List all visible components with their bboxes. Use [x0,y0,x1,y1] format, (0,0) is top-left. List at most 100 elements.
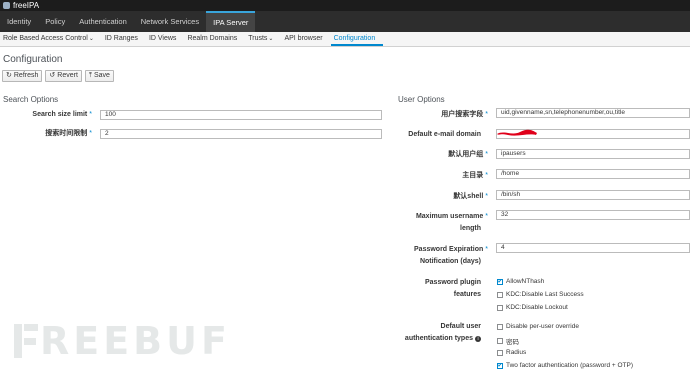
nav-tab-authentication[interactable]: Authentication [72,11,134,32]
subnav-api-browser[interactable]: API browser [281,32,330,46]
required-asterisk: * [485,111,488,118]
auth-types-text-1: Default user [440,323,481,330]
checkbox-unchecked-icon[interactable] [497,304,503,311]
watermark-text: REEBUF [40,319,231,363]
page-title: Configuration [3,54,63,65]
pw-plugin-label: Password plugin [392,278,481,288]
main-navigation: Identity Policy Authentication Network S… [0,11,690,32]
info-icon[interactable]: i [475,336,481,342]
nav-tab-policy[interactable]: Policy [38,11,72,32]
subnav-realm-domains[interactable]: Realm Domains [184,32,245,46]
search-size-limit-input[interactable]: 100 [100,110,382,120]
default-shell-label: 默认shell * [392,192,488,202]
home-base-text: 主目录 [462,172,484,179]
checkbox-kdc-disable-lockout[interactable]: KDC:Disable Lockout [497,304,568,311]
required-asterisk: * [89,111,92,118]
upload-icon: ⤒ [88,72,92,79]
home-base-label: 主目录 * [392,171,488,181]
required-asterisk: * [485,213,488,220]
checkbox-label: 密码 [506,339,519,346]
checkbox-label: Two factor authentication (password + OT… [506,362,633,369]
save-button[interactable]: ⤒ Save [84,70,114,82]
auth-types-label-line2: authentication types i [392,334,481,344]
default-shell-text: 默认shell [453,193,484,200]
search-size-limit-label: Search size limit * [0,110,92,120]
chevron-down-icon: ⌄ [268,36,274,42]
revert-button[interactable]: ↺ Revert [45,70,82,82]
pw-expiration-label-line2: Notification (days) [392,257,481,267]
subnav-trusts-label: Trusts [248,35,268,42]
required-asterisk: * [485,151,488,158]
search-options-heading: Search Options [3,95,59,104]
pw-expiration-text-2: Notification (days) [419,258,481,265]
revert-label: Revert [57,72,78,79]
pw-expiration-input[interactable]: 4 [496,243,690,253]
pw-plugin-label-line2: features [392,290,481,300]
refresh-icon: ↻ [6,72,12,79]
user-search-fields-text: 用户搜索字段 [441,111,484,118]
pw-expiration-text-1: Password Expiration [414,246,484,253]
checkbox-checked-icon[interactable]: ✔ [497,362,503,369]
checkbox-password[interactable]: 密码 [497,336,519,346]
subnav-id-views[interactable]: ID Views [146,32,185,46]
subnav-rbac-label: Role Based Access Control [3,35,88,42]
top-bar: freeIPA [0,0,690,11]
checkbox-unchecked-icon[interactable] [497,349,503,356]
checkbox-label: Disable per-user override [506,323,579,330]
default-group-text: 默认用户组 [448,151,484,158]
refresh-button[interactable]: ↻ Refresh [2,70,43,82]
auth-types-label: Default user [392,322,481,332]
checkbox-unchecked-icon[interactable] [497,291,503,298]
nav-tab-ipa-server[interactable]: IPA Server [206,11,256,32]
redaction-scribble [497,129,537,136]
max-username-input[interactable]: 32 [496,210,690,220]
max-username-label-line2: length [392,224,481,234]
checkbox-label: KDC:Disable Lockout [506,304,568,311]
pw-plugin-text-2: features [453,291,481,298]
default-shell-input[interactable]: /bin/sh [496,190,690,200]
required-asterisk: * [89,130,92,137]
user-search-fields-label: 用户搜索字段 * [392,110,488,120]
search-time-limit-label: 搜索时间限制 * [0,129,92,139]
brand-name: freeIPA [13,1,40,10]
user-search-fields-input[interactable]: uid,givenname,sn,telephonenumber,ou,titl… [496,108,690,118]
save-label: Save [94,72,110,79]
auth-types-text-2: authentication types [404,335,473,342]
refresh-label: Refresh [13,72,39,79]
default-group-label: 默认用户组 * [392,150,488,160]
undo-icon: ↺ [49,72,56,79]
checkbox-checked-icon[interactable]: ✔ [497,278,503,285]
pw-plugin-text-1: Password plugin [424,279,481,286]
max-username-text-1: Maximum username [415,213,484,220]
checkbox-disable-per-user-override[interactable]: Disable per-user override [497,323,579,330]
pw-expiration-label: Password Expiration * [392,245,488,255]
home-base-input[interactable]: /home [496,169,690,179]
checkbox-unchecked-icon[interactable] [497,338,503,344]
search-time-limit-text: 搜索时间限制 [45,130,88,137]
checkbox-kdc-disable-last-success[interactable]: KDC:Disable Last Success [497,291,584,298]
chevron-down-icon: ⌄ [88,36,94,42]
email-domain-label: Default e-mail domain [392,130,481,140]
subnav-rbac[interactable]: Role Based Access Control⌄ [0,32,102,46]
checkbox-unchecked-icon[interactable] [497,323,503,330]
search-size-limit-text: Search size limit [32,111,88,118]
checkbox-allownthash[interactable]: ✔ AllowNThash [497,278,544,285]
subnav-configuration[interactable]: Configuration [330,32,384,46]
email-domain-text: Default e-mail domain [408,131,481,138]
freeipa-logo-icon [3,2,10,9]
default-group-input[interactable]: ipausers [496,149,690,159]
nav-tab-network-services[interactable]: Network Services [134,11,206,32]
nav-tab-identity[interactable]: Identity [0,11,38,32]
brand[interactable]: freeIPA [3,1,39,10]
checkbox-label: AllowNThash [506,278,545,285]
required-asterisk: * [485,246,488,253]
checkbox-label: Radius [506,349,527,356]
freebuf-logo-icon [14,324,38,358]
subnav-trusts[interactable]: Trusts⌄ [245,32,281,46]
subnav-id-ranges[interactable]: ID Ranges [102,32,146,46]
required-asterisk: * [485,172,488,179]
search-time-limit-input[interactable]: 2 [100,129,382,139]
checkbox-label: KDC:Disable Last Success [506,291,584,298]
checkbox-radius[interactable]: Radius [497,349,526,356]
checkbox-two-factor[interactable]: ✔ Two factor authentication (password + O… [497,362,633,369]
